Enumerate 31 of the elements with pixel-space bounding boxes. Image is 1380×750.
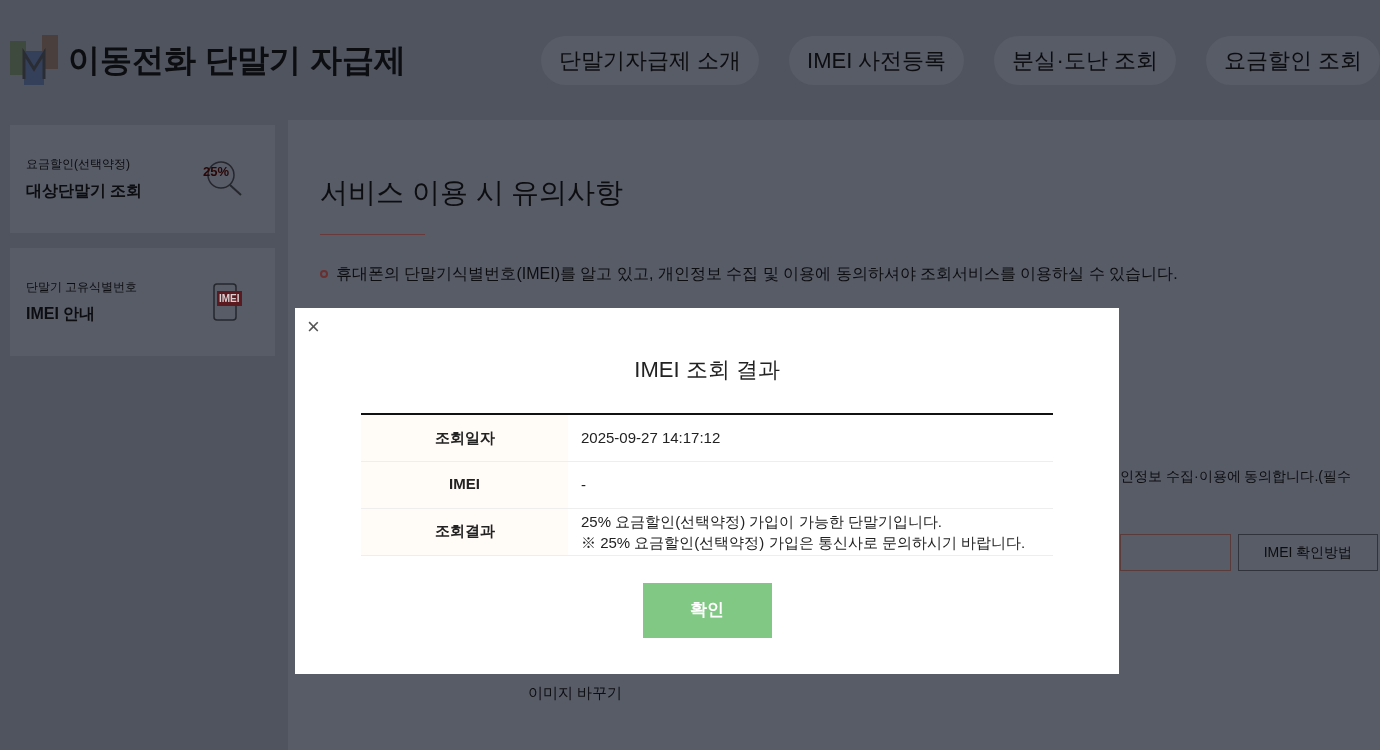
sidebar-card[interactable]: 요금할인(선택약정) 대상단말기 조회 25% xyxy=(10,125,275,233)
section-title: 서비스 이용 시 유의사항 xyxy=(320,176,625,210)
row-header: IMEI xyxy=(361,461,568,508)
logo-icon xyxy=(10,35,60,85)
sidebar-card[interactable]: 단말기 고유식별번호 IMEI 안내 IMEI xyxy=(10,248,275,356)
nav-link[interactable]: 요금할인 조회 xyxy=(1205,35,1380,85)
row-header: 조회결과 xyxy=(361,508,568,555)
nav-link[interactable]: 분실·도난 조회 xyxy=(994,35,1176,85)
card-title: IMEI 안내 xyxy=(26,304,97,324)
confirm-button[interactable]: 확인 xyxy=(642,582,772,638)
bullet-icon xyxy=(320,270,328,278)
card-subtitle: 단말기 고유식별번호 xyxy=(26,279,139,296)
card-title: 대상단말기 조회 xyxy=(26,181,144,201)
nav-link[interactable]: IMEI 사전등록 xyxy=(789,35,965,85)
row-value: 2025-09-27 14:17:12 xyxy=(568,414,1053,461)
change-image-button[interactable]: 이미지 바꾸기 xyxy=(520,678,631,709)
nav-link[interactable]: 단말기자급제 소개 xyxy=(540,35,760,85)
phone-icon xyxy=(213,283,237,321)
row-value: 25% 요금할인(선택약정) 가입이 가능한 단말기입니다. ※ 25% 요금할인(선택약정) 가입은 통신사로 문의하시기 바랍니다. xyxy=(568,508,1053,555)
consent-text: 인정보 수집·이용에 동의합니다.(필수 xyxy=(1120,468,1351,484)
card-subtitle: 요금할인(선택약정) xyxy=(26,156,131,173)
percent-text: 25% xyxy=(203,163,230,181)
help-button[interactable]: IMEI 확인방법 xyxy=(1238,534,1378,571)
close-button[interactable]: × xyxy=(307,316,320,338)
logo-text: 이동전화 단말기 자급제 xyxy=(68,41,406,80)
input-field[interactable] xyxy=(1120,534,1231,571)
dialog-title: IMEI 조회 결과 xyxy=(634,356,780,384)
imei-label: IMEI xyxy=(217,291,242,306)
notice-text: 휴대폰의 단말기식별번호(IMEI)를 알고 있고, 개인정보 수집 및 이용에 동의하셔야 조회서비스를 이용하실 수 있습니다. xyxy=(336,264,1178,284)
row-value: - xyxy=(568,461,1053,508)
row-header: 조회일자 xyxy=(361,414,568,461)
